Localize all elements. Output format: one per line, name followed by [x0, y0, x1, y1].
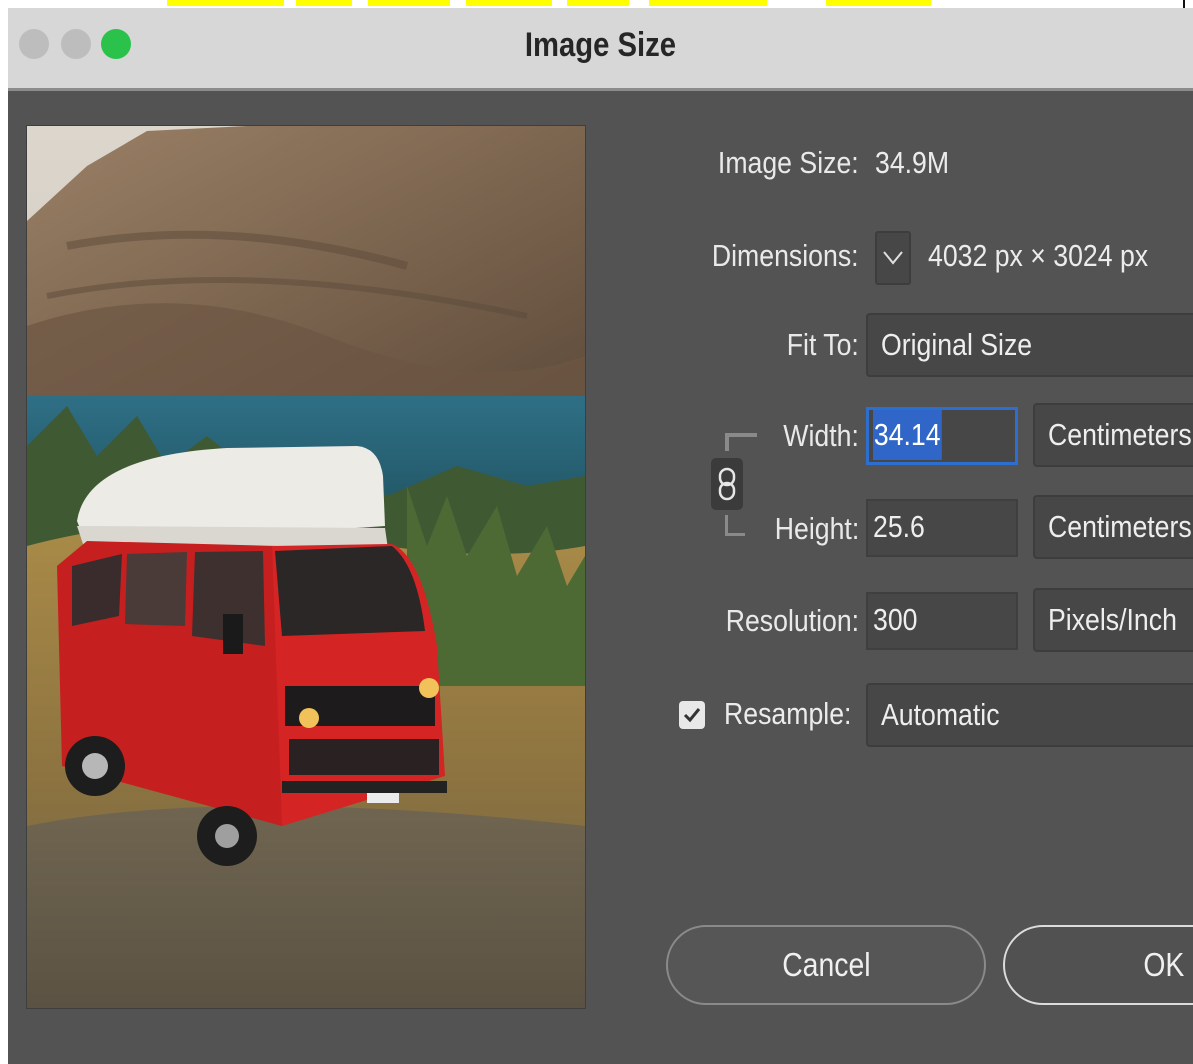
- link-bracket-top-vertical: [725, 433, 729, 451]
- width-label: Width:: [783, 418, 859, 453]
- cancel-label: Cancel: [781, 946, 871, 983]
- preview-photo: [27, 126, 585, 1008]
- resample-dropdown[interactable]: Automatic: [866, 683, 1193, 747]
- width-unit-value: Centimeters: [1048, 417, 1192, 452]
- dimensions-value: 4032 px × 3024 px: [928, 238, 1149, 273]
- constrain-proportions-button[interactable]: [711, 458, 743, 510]
- resolution-value: 300: [873, 602, 918, 637]
- resolution-input[interactable]: 300: [866, 592, 1018, 650]
- resolution-label: Resolution:: [725, 603, 859, 638]
- ok-button[interactable]: OK: [1003, 925, 1193, 1005]
- checkmark-icon: [683, 708, 701, 723]
- image-size-dialog: Image Size: 34.9M Dimensions: 4032 px × …: [8, 91, 1193, 1064]
- link-chain-icon: [718, 467, 736, 501]
- title-bar: Image Size: [8, 8, 1193, 91]
- window-title: Image Size: [524, 26, 677, 64]
- dimensions-unit-menu[interactable]: [875, 231, 911, 285]
- minimize-window-button[interactable]: [61, 29, 91, 59]
- height-label: Height:: [774, 511, 859, 546]
- resample-label: Resample:: [724, 696, 852, 731]
- width-input[interactable]: 34.14: [866, 407, 1018, 465]
- width-unit-dropdown[interactable]: Centimeters: [1033, 403, 1193, 467]
- width-value: 34.14: [873, 410, 942, 460]
- cancel-button[interactable]: Cancel: [666, 925, 986, 1005]
- resample-checkbox[interactable]: [679, 701, 705, 729]
- link-bracket-bottom: [725, 533, 745, 536]
- highlight-strip: [0, 0, 1193, 8]
- height-unit-dropdown[interactable]: Centimeters: [1033, 495, 1193, 559]
- height-input[interactable]: 25.6: [866, 499, 1018, 557]
- fit-to-value: Original Size: [881, 327, 1033, 362]
- chevron-down-icon: [883, 251, 903, 265]
- link-bracket-bottom-vertical: [725, 515, 728, 535]
- resample-value: Automatic: [881, 697, 1000, 732]
- image-size-value: 34.9M: [875, 145, 950, 180]
- image-size-label: Image Size:: [718, 145, 859, 180]
- fit-to-dropdown[interactable]: Original Size: [866, 313, 1193, 377]
- height-value: 25.6: [873, 509, 925, 544]
- close-window-button[interactable]: [19, 29, 49, 59]
- height-unit-value: Centimeters: [1048, 509, 1192, 544]
- link-bracket-top: [725, 433, 757, 437]
- ok-label: OK: [1143, 946, 1185, 983]
- resolution-unit-dropdown[interactable]: Pixels/Inch: [1033, 588, 1193, 652]
- resolution-unit-value: Pixels/Inch: [1048, 602, 1177, 637]
- fit-to-label: Fit To:: [786, 327, 859, 362]
- image-preview[interactable]: [26, 125, 586, 1009]
- dimensions-label: Dimensions:: [712, 238, 859, 273]
